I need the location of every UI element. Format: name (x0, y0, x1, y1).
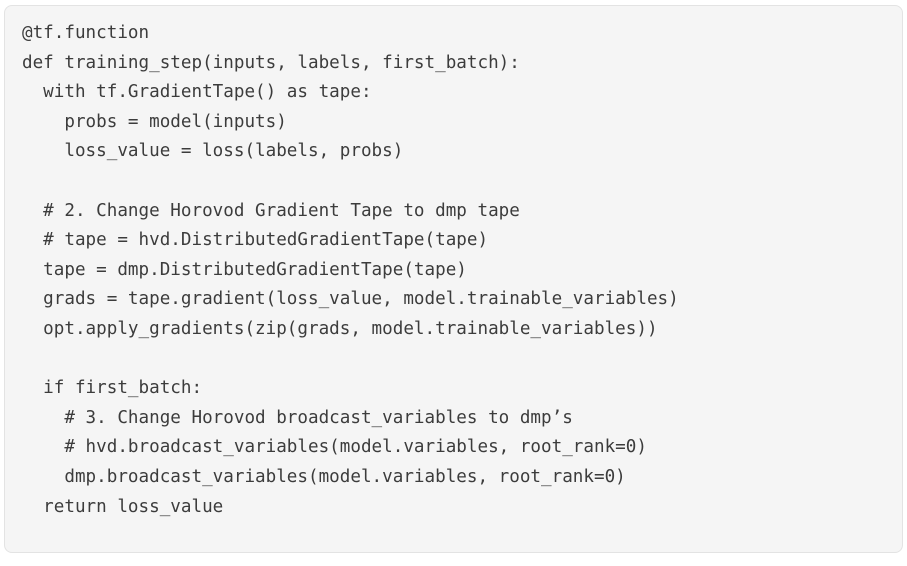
code-line: tape = dmp.DistributedGradientTape(tape) (22, 259, 467, 280)
code-line: # 2. Change Horovod Gradient Tape to dmp… (22, 200, 520, 221)
code-line: if first_batch: (22, 378, 203, 399)
code-line: probs = model(inputs) (22, 111, 287, 132)
code-line: dmp.broadcast_variables(model.variables,… (22, 466, 626, 487)
code-line: loss_value = loss(labels, probs) (22, 141, 404, 162)
code-content[interactable]: @tf.function def training_step(inputs, la… (22, 19, 679, 522)
code-line: with tf.GradientTape() as tape: (22, 82, 372, 103)
code-line: # 3. Change Horovod broadcast_variables … (22, 407, 573, 428)
code-line: # tape = hvd.DistributedGradientTape(tap… (22, 230, 489, 251)
code-line: grads = tape.gradient(loss_value, model.… (22, 289, 679, 310)
code-line: return loss_value (22, 496, 224, 517)
code-line: opt.apply_gradients(zip(grads, model.tra… (22, 318, 658, 339)
code-line: @tf.function (22, 23, 150, 43)
code-block-card: @tf.function def training_step(inputs, la… (4, 5, 903, 553)
code-line: def training_step(inputs, labels, first_… (22, 52, 520, 73)
code-line: # hvd.broadcast_variables(model.variable… (22, 437, 647, 458)
